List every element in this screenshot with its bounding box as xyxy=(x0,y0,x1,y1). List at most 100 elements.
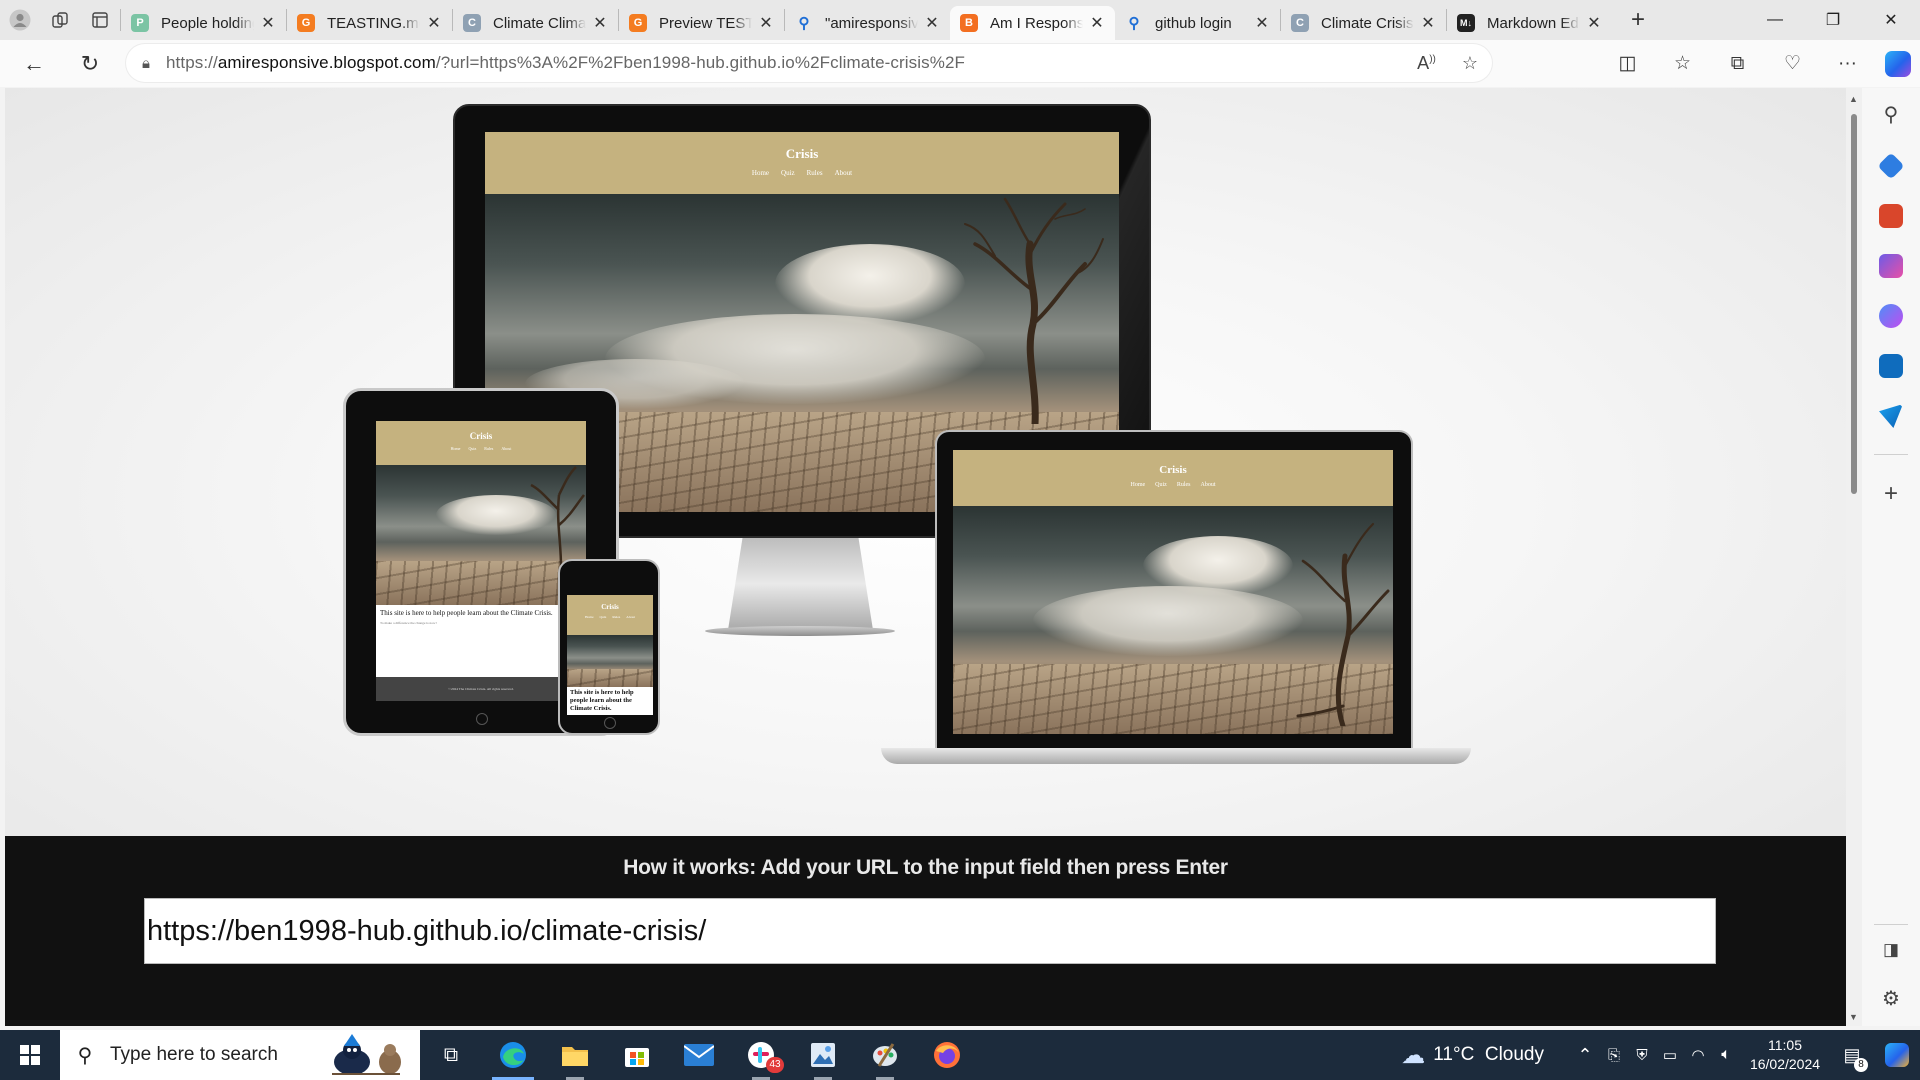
scrollbar-thumb[interactable] xyxy=(1851,114,1857,494)
nav-quiz: Quiz xyxy=(468,446,477,451)
site-favicon-icon: C xyxy=(1291,14,1309,32)
taskbar-file-explorer-icon[interactable] xyxy=(544,1030,606,1080)
taskbar-edge-icon[interactable] xyxy=(482,1030,544,1080)
weather-cloud-icon[interactable]: ☁ xyxy=(1401,1041,1425,1070)
monitor-stand xyxy=(728,538,873,630)
sub-text: To make a difference the change is now! xyxy=(380,621,437,625)
tab-climate-climate[interactable]: C Climate Climate ✕ xyxy=(453,6,618,40)
tab-actions-icon[interactable] xyxy=(80,0,120,40)
sidebar-drop-icon[interactable] xyxy=(1879,404,1903,428)
tab-search-amiresponsive[interactable]: ⚲ "amiresponsive ✕ xyxy=(785,6,950,40)
close-tab-icon[interactable]: ✕ xyxy=(260,13,276,33)
workspaces-icon[interactable] xyxy=(40,0,80,40)
close-tab-icon[interactable]: ✕ xyxy=(1586,13,1602,33)
restore-icon[interactable]: ❐ xyxy=(1804,0,1862,40)
taskbar-slack-icon[interactable]: 43 xyxy=(730,1030,792,1080)
copilot-taskbar-icon[interactable] xyxy=(1874,1043,1920,1067)
new-tab-button[interactable]: + xyxy=(1618,6,1658,34)
site-brand: Crisis xyxy=(785,146,819,161)
taskbar-photos-icon[interactable] xyxy=(792,1030,854,1080)
scroll-up-icon[interactable]: ▲ xyxy=(1849,94,1858,104)
taskbar-mail-icon[interactable] xyxy=(668,1030,730,1080)
url-text[interactable]: https://amiresponsive.blogspot.com/?url=… xyxy=(166,53,965,73)
profile-icon[interactable] xyxy=(0,0,40,40)
tab-preview-test[interactable]: G Preview TEST ✕ xyxy=(619,6,784,40)
sidebar-outlook-icon[interactable] xyxy=(1879,354,1903,378)
notification-center-icon[interactable]: ▤ 8 xyxy=(1830,1045,1874,1072)
favorite-star-icon[interactable]: ☆ xyxy=(1462,53,1478,74)
tab-climate-crisis[interactable]: C Climate Crisis ✕ xyxy=(1281,6,1446,40)
site-brand: Crisis xyxy=(1159,464,1187,476)
site-nav: Home Quiz Rules About xyxy=(953,482,1393,488)
weather-text[interactable]: 11°C Cloudy xyxy=(1433,1044,1544,1066)
favorites-icon[interactable]: ☆ xyxy=(1655,52,1710,75)
tray-overflow-chevron-icon[interactable]: ⌃ xyxy=(1570,1045,1600,1066)
tab-strip: P People holding ✕ G TEASTING.md ✕ C Cli… xyxy=(0,0,1920,40)
nav-rules: Rules xyxy=(806,169,823,177)
taskbar-paint-icon[interactable] xyxy=(854,1030,916,1080)
hero-image xyxy=(376,465,586,605)
tray-security-icon[interactable]: ⛨ xyxy=(1628,1047,1656,1064)
refresh-icon[interactable]: ↻ xyxy=(62,44,118,84)
battery-icon[interactable]: ▭ xyxy=(1656,1046,1684,1064)
sidebar-tools-icon[interactable] xyxy=(1879,204,1903,228)
task-view-icon[interactable]: ⧉ xyxy=(420,1030,482,1080)
sidebar-settings-icon[interactable]: ⚙ xyxy=(1862,986,1920,1011)
sidebar-panel-icon[interactable]: ◨ xyxy=(1862,940,1920,960)
tab-github-login[interactable]: ⚲ github login ✕ xyxy=(1115,6,1280,40)
browser-essentials-icon[interactable]: ♡ xyxy=(1765,52,1820,75)
cloud xyxy=(775,244,965,324)
nav-about: About xyxy=(626,615,636,619)
search-favicon-icon: ⚲ xyxy=(1128,15,1140,32)
site-header: Crisis Home Quiz Rules About xyxy=(567,595,653,635)
system-clock[interactable]: 11:05 16/02/2024 xyxy=(1740,1036,1830,1074)
url-input[interactable] xyxy=(144,898,1716,964)
tab-people-holding[interactable]: P People holding ✕ xyxy=(121,6,286,40)
tray-device-icon[interactable]: ⎘ xyxy=(1600,1047,1628,1064)
tab-teasting-md[interactable]: G TEASTING.md ✕ xyxy=(287,6,452,40)
more-menu-icon[interactable]: ··· xyxy=(1820,53,1875,75)
nav-rules: Rules xyxy=(612,615,621,619)
how-it-works-panel: How it works: Add your URL to the input … xyxy=(5,836,1846,1026)
tab-markdown-editor[interactable]: M↓ Markdown Editor ✕ xyxy=(1447,6,1612,40)
collections-icon[interactable]: ⧉ xyxy=(1710,53,1765,75)
close-tab-icon[interactable]: ✕ xyxy=(758,13,774,33)
nav-about: About xyxy=(834,169,853,177)
sidebar-add-icon[interactable]: + xyxy=(1862,480,1920,508)
close-window-icon[interactable]: ✕ xyxy=(1862,0,1920,40)
close-tab-icon[interactable]: ✕ xyxy=(426,13,442,33)
close-tab-icon[interactable]: ✕ xyxy=(1254,13,1270,33)
close-tab-icon[interactable]: ✕ xyxy=(1420,13,1436,33)
sidebar-m365-icon[interactable] xyxy=(1879,304,1903,328)
minimize-icon[interactable]: — xyxy=(1746,0,1804,40)
close-tab-icon[interactable]: ✕ xyxy=(1089,13,1105,33)
address-bar[interactable]: 🔒︎ https://amiresponsive.blogspot.com/?u… xyxy=(126,44,1492,82)
taskbar-firefox-icon[interactable] xyxy=(916,1030,978,1080)
cracked-ground xyxy=(567,669,653,687)
wifi-icon[interactable]: ◠ xyxy=(1684,1046,1712,1064)
tab-am-i-responsive[interactable]: B Am I Responsive ✕ xyxy=(950,6,1115,40)
lock-icon[interactable]: 🔒︎ xyxy=(126,55,166,72)
read-aloud-icon[interactable]: A)) xyxy=(1417,53,1436,74)
nav-quiz: Quiz xyxy=(781,169,795,177)
laptop-screen: Crisis Home Quiz Rules About xyxy=(953,450,1393,734)
scroll-down-icon[interactable]: ▼ xyxy=(1849,1012,1858,1022)
back-icon[interactable]: ← xyxy=(6,44,62,84)
gitpod-favicon-icon: G xyxy=(297,14,315,32)
sidebar-games-icon[interactable] xyxy=(1879,254,1903,278)
volume-icon[interactable]: 🔈︎ xyxy=(1712,1046,1740,1064)
split-screen-icon[interactable]: ◫ xyxy=(1600,52,1655,75)
sidebar-search-icon[interactable]: ⚲ xyxy=(1862,102,1920,127)
copilot-icon[interactable] xyxy=(1885,50,1911,77)
monitor-foot xyxy=(705,626,895,636)
blogger-favicon-icon: B xyxy=(960,14,978,32)
taskbar-store-icon[interactable] xyxy=(606,1030,668,1080)
search-icon: ⚲ xyxy=(77,1044,93,1067)
phone-mockup: Crisis Home Quiz Rules About This site is h… xyxy=(558,559,660,735)
close-tab-icon[interactable]: ✕ xyxy=(924,13,940,33)
page-scrollbar[interactable]: ▲ ▼ xyxy=(1846,88,1862,1026)
sidebar-shopping-icon[interactable] xyxy=(1877,152,1905,180)
close-tab-icon[interactable]: ✕ xyxy=(592,13,608,33)
windows-start-icon[interactable] xyxy=(0,1030,60,1080)
taskbar-search-box[interactable]: ⚲ Type here to search xyxy=(60,1030,420,1080)
